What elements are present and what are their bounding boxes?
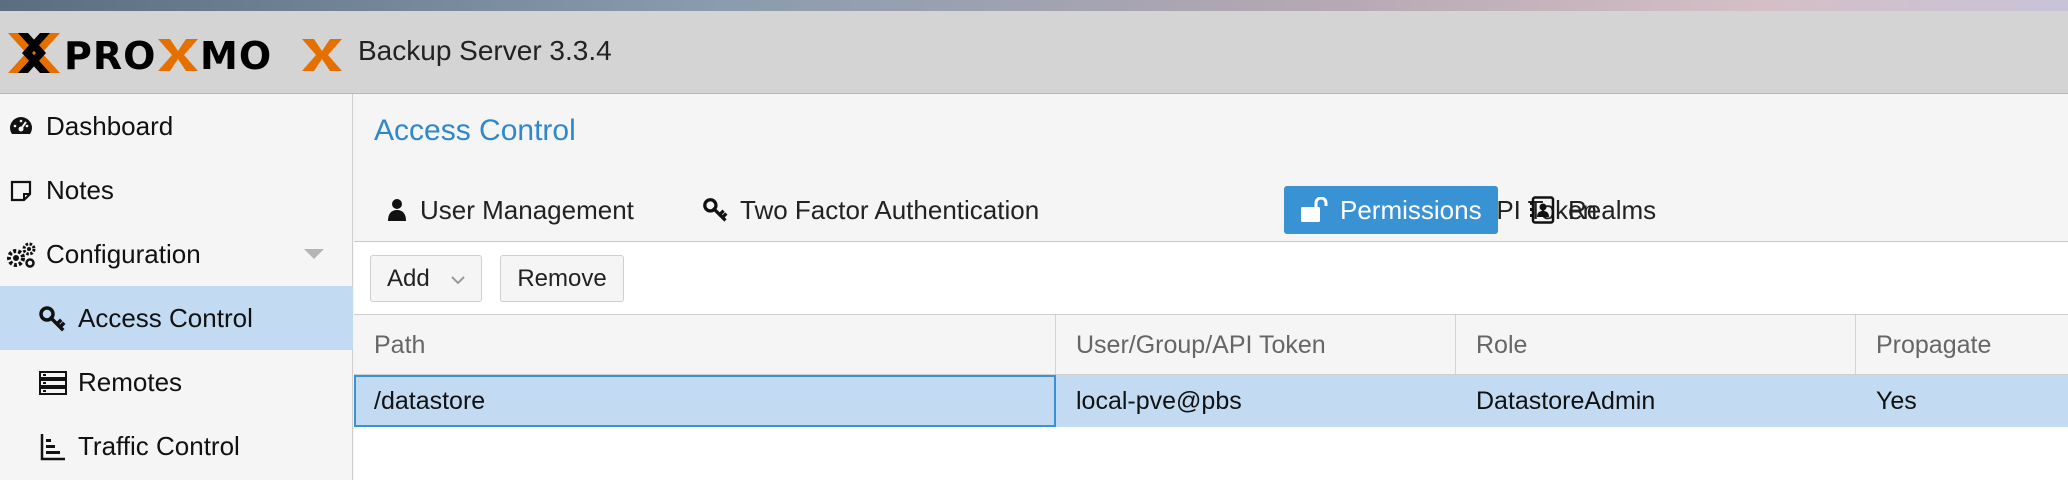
tab-label: Realms xyxy=(1568,194,1657,225)
tab-bar: User Management Two Factor Authenticatio… xyxy=(354,178,2068,242)
access-control-panel: Access Control User Management Two Facto… xyxy=(354,94,2068,480)
sidebar-item-notes[interactable]: Notes xyxy=(0,158,353,222)
sidebar-item-label: Traffic Control xyxy=(78,430,240,461)
key-icon xyxy=(702,197,728,223)
remove-button-label: Remove xyxy=(517,264,607,292)
sidebar-item-remotes[interactable]: Remotes xyxy=(0,350,353,414)
tab-realms[interactable]: Realms xyxy=(1518,186,1668,234)
chart-bars-icon xyxy=(40,433,66,461)
svg-text:PRO: PRO xyxy=(64,34,156,77)
user-icon xyxy=(386,198,408,222)
sidebar-item-label: Configuration xyxy=(46,238,201,269)
remove-button[interactable]: Remove xyxy=(500,255,624,302)
sidebar-item-label: Notes xyxy=(46,174,114,205)
product-version: Backup Server 3.3.4 xyxy=(358,35,612,66)
sidebar-item-access-control[interactable]: Access Control xyxy=(0,286,353,350)
app-header: PRO MO Backup Server 3.3.4 xyxy=(0,11,2068,94)
proxmox-logo: PRO MO xyxy=(8,33,342,77)
tab-two-factor-authentication[interactable]: Two Factor Authentication xyxy=(690,186,1051,234)
proxmox-x-mark xyxy=(8,33,60,73)
table-row[interactable]: /datastore local-pve@pbs DatastoreAdmin … xyxy=(354,375,2068,427)
svg-text:MO: MO xyxy=(200,34,272,77)
cell-propagate[interactable]: Yes xyxy=(1856,375,2068,427)
key-icon xyxy=(38,305,66,333)
tab-user-management[interactable]: User Management xyxy=(374,186,646,234)
sidebar-item-label: Access Control xyxy=(78,302,253,333)
address-book-icon xyxy=(1530,196,1556,224)
tab-label: Two Factor Authentication xyxy=(740,194,1040,225)
chevron-down-icon xyxy=(450,265,466,293)
permissions-grid: /datastore local-pve@pbs DatastoreAdmin … xyxy=(354,375,2068,480)
cell-path[interactable]: /datastore xyxy=(354,375,1056,427)
window-top-strip xyxy=(0,0,2068,11)
sidebar-item-label: Dashboard xyxy=(46,110,174,141)
sidebar-item-dashboard[interactable]: Dashboard xyxy=(0,94,353,158)
tab-permissions[interactable]: Permissions xyxy=(1284,186,1498,234)
permissions-toolbar: Add Remove xyxy=(354,242,2068,315)
column-header-role[interactable]: Role xyxy=(1456,315,1856,375)
gears-icon xyxy=(6,242,36,268)
expand-caret-icon[interactable] xyxy=(304,249,324,259)
column-header-user-group-api-token[interactable]: User/Group/API Token xyxy=(1056,315,1456,375)
dashboard-icon xyxy=(8,114,34,140)
sidebar-item-configuration[interactable]: Configuration xyxy=(0,222,353,286)
navigation-sidebar: Dashboard Notes Configuration Access Con… xyxy=(0,94,353,480)
panel-title: Access Control xyxy=(374,114,576,147)
grid-header: Path User/Group/API Token Role Propagate xyxy=(354,315,2068,375)
sidebar-item-label: Remotes xyxy=(78,366,183,397)
tab-label: User Management xyxy=(420,194,634,225)
column-header-propagate[interactable]: Propagate xyxy=(1856,315,2068,375)
cell-role[interactable]: DatastoreAdmin xyxy=(1456,375,1856,427)
add-button-label: Add xyxy=(387,264,430,292)
add-button[interactable]: Add xyxy=(370,255,482,302)
server-icon xyxy=(39,371,67,395)
cell-user-group-api-token[interactable]: local-pve@pbs xyxy=(1056,375,1456,427)
tab-label: Permissions xyxy=(1340,194,1482,225)
sidebar-item-traffic-control[interactable]: Traffic Control xyxy=(0,414,353,478)
column-header-path[interactable]: Path xyxy=(354,315,1056,375)
unlock-icon xyxy=(1300,197,1328,223)
note-icon xyxy=(9,179,33,203)
